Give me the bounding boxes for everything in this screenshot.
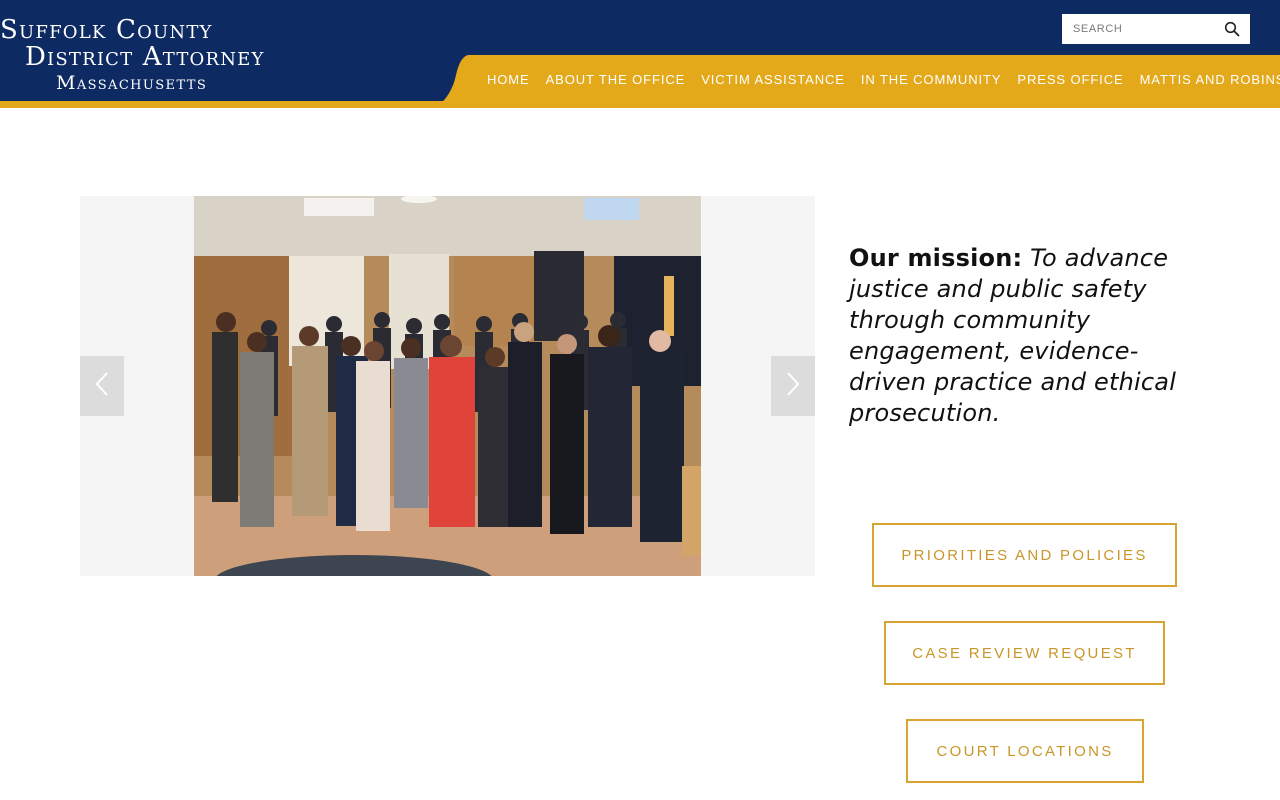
search-icon[interactable]: [1224, 21, 1240, 37]
chevron-right-icon: [785, 371, 801, 401]
search-input[interactable]: [1062, 15, 1212, 43]
court-locations-button[interactable]: COURT LOCATIONS: [906, 719, 1144, 783]
priorities-and-policies-button[interactable]: PRIORITIES AND POLICIES: [872, 523, 1177, 587]
logo-line-1: Suffolk County: [0, 15, 213, 45]
nav-mattis-and-robinson[interactable]: MATTIS AND ROBINSON: [1140, 73, 1280, 87]
chevron-left-icon: [94, 371, 110, 401]
search-box: [1062, 14, 1250, 44]
photo-carousel: [80, 196, 815, 576]
mission-lead: Our mission:: [849, 244, 1023, 272]
nav-home[interactable]: HOME: [487, 73, 530, 87]
logo-line-3: Massachusetts: [56, 72, 208, 94]
main-nav: HOME ABOUT THE OFFICE VICTIM ASSISTANCE …: [487, 73, 1280, 87]
carousel-next-button[interactable]: [771, 356, 815, 416]
mission-statement: Our mission: To advance justice and publ…: [849, 243, 1209, 429]
case-review-request-button[interactable]: CASE REVIEW REQUEST: [884, 621, 1165, 685]
nav-in-the-community[interactable]: IN THE COMMUNITY: [861, 73, 1002, 87]
nav-victim-assistance[interactable]: VICTIM ASSISTANCE: [701, 73, 845, 87]
logo-line-2: District Attorney: [25, 42, 265, 72]
nav-about-the-office[interactable]: ABOUT THE OFFICE: [546, 73, 686, 87]
nav-press-office[interactable]: PRESS OFFICE: [1017, 73, 1123, 87]
carousel-slide-photo: [194, 196, 701, 576]
site-header: Suffolk County District Attorney Massach…: [0, 0, 1280, 108]
header-gold-stripe: [0, 101, 1280, 108]
carousel-prev-button[interactable]: [80, 356, 124, 416]
